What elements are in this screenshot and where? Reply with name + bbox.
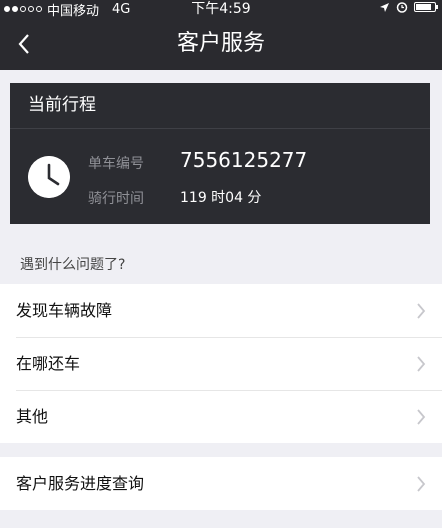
status-bar: 中国移动 4G 下午4:59 [0, 0, 442, 19]
list-item-service-progress[interactable]: 客户服务进度查询 [0, 457, 442, 510]
ride-time-label: 骑行时间 [88, 191, 144, 207]
chevron-right-icon [417, 303, 426, 319]
status-time: 下午4:59 [191, 1, 251, 17]
progress-list: 客户服务进度查询 [0, 457, 442, 510]
ride-time-value: 119 时04 分 [180, 190, 262, 206]
chevron-right-icon [417, 409, 426, 425]
list-item-where-return[interactable]: 在哪还车 [0, 337, 442, 390]
chevron-right-icon [417, 476, 426, 492]
list-item-label: 在哪还车 [16, 354, 81, 373]
location-arrow-icon [380, 2, 389, 12]
list-item-label: 其他 [16, 407, 49, 426]
list-item-vehicle-fault[interactable]: 发现车辆故障 [0, 284, 442, 337]
problem-list: 发现车辆故障 在哪还车 其他 [0, 284, 442, 443]
bike-number-value: 7556125277 [180, 148, 308, 172]
list-item-label: 发现车辆故障 [16, 301, 113, 320]
alarm-icon [396, 2, 408, 13]
page-title: 客户服务 [176, 31, 265, 56]
bike-number-label: 单车编号 [88, 156, 144, 172]
chevron-right-icon [417, 356, 426, 372]
problem-section-hint: 遇到什么问题了? [20, 257, 126, 273]
status-right [379, 1, 438, 13]
list-item-other[interactable]: 其他 [0, 390, 442, 443]
nav-bar: 客户服务 [0, 18, 442, 70]
trip-card-header: 当前行程 [10, 83, 430, 129]
list-item-label: 客户服务进度查询 [16, 474, 145, 493]
clock-icon [28, 156, 70, 198]
battery-icon [414, 2, 438, 12]
